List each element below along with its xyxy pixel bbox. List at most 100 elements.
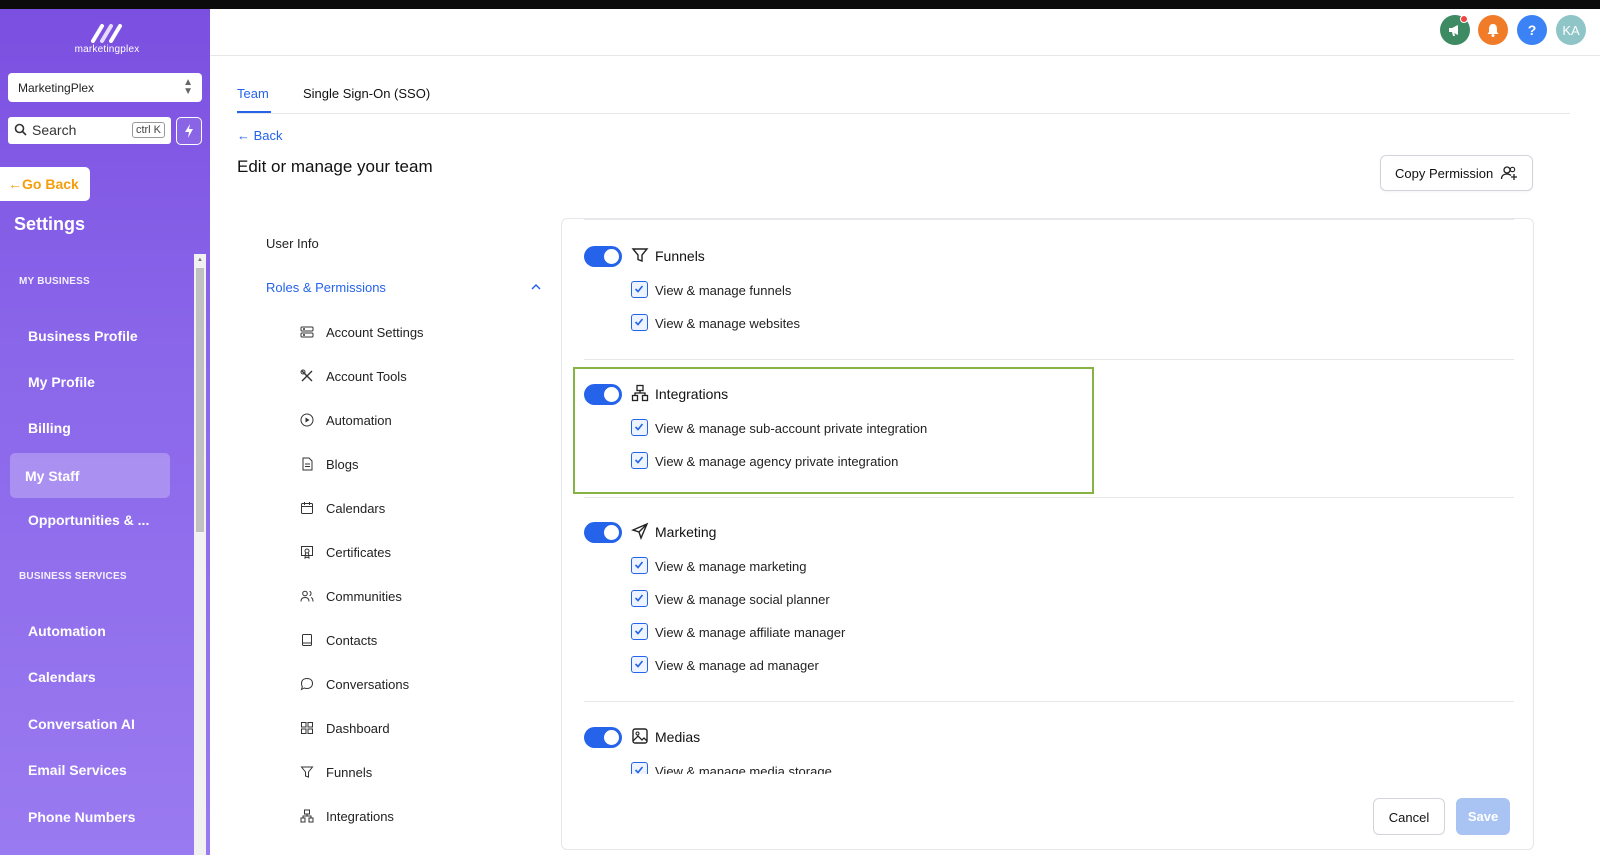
logo-icon [91,24,122,43]
settings-title: Settings [14,214,86,234]
checkbox-funnels[interactable] [631,281,648,298]
scrollbar-thumb[interactable] [196,268,204,532]
checkbox-media-storage[interactable] [631,762,648,774]
sidebar-item-phone-numbers[interactable]: Phone Numbers [28,809,135,825]
subnav-item-account-settings[interactable]: Account Settings [326,325,424,340]
subnav-user-info[interactable]: User Info [266,236,319,251]
divider [584,701,1514,702]
funnel-icon [631,248,649,263]
check-icon [634,318,644,326]
perm-label: View & manage funnels [655,283,792,298]
tab-team[interactable]: Team [237,86,269,101]
subnav-item-blogs[interactable]: Blogs [326,457,359,472]
toggle-medias[interactable] [584,727,622,748]
megaphone-icon [1449,25,1458,36]
sidebar-item-billing[interactable]: Billing [28,420,71,436]
window-top-strip [0,0,1600,9]
checkbox-affiliate-manager[interactable] [631,623,648,640]
select-chevron-icon: ▲ ▼ [183,77,193,97]
subnav-item-integrations[interactable]: Integrations [326,809,394,824]
document-icon [302,457,313,471]
scroll-up-icon[interactable]: ▲ [197,257,203,263]
toggle-marketing[interactable] [584,522,622,543]
subnav-item-contacts[interactable]: Contacts [326,633,377,648]
checkbox-websites[interactable] [631,314,648,331]
copy-permission-button[interactable]: Copy Permission [1380,155,1533,191]
check-icon [634,594,644,602]
save-button[interactable]: Save [1456,798,1510,835]
chat-bubble-icon [300,677,314,691]
certificate-icon [301,546,313,559]
notification-dot [1460,15,1468,23]
cancel-button[interactable]: Cancel [1373,798,1445,835]
header-divider [210,55,1600,56]
arrow-left-icon: ← [8,176,22,192]
logo[interactable]: marketingplex [72,23,142,55]
go-back-label: Go Back [22,176,79,192]
checkbox-ad-manager[interactable] [631,656,648,673]
divider [584,219,1514,220]
account-switcher[interactable]: MarketingPlex ▲ ▼ [8,73,202,102]
tabs-divider [237,113,1570,114]
sidebar-item-conversation-ai[interactable]: Conversation AI [28,716,135,732]
dashboard-grid-icon [301,722,313,734]
user-avatar[interactable]: KA [1556,15,1586,45]
chevron-up-icon[interactable] [531,283,541,290]
arrow-left-icon: ← [237,128,254,143]
subnav-item-funnels[interactable]: Funnels [326,765,372,780]
lightning-icon [185,124,193,138]
funnel-icon [300,766,314,778]
divider [584,359,1514,360]
check-icon [634,285,644,293]
toggle-funnels[interactable] [584,246,622,267]
sidebar-item-email-services[interactable]: Email Services [28,762,127,778]
sidebar-item-opportunities[interactable]: Opportunities & ... [28,512,149,528]
subnav-roles-permissions[interactable]: Roles & Permissions [266,280,386,295]
users-icon [300,590,314,602]
help-icon: ? [1527,22,1537,38]
bell-icon [1487,24,1499,37]
integrations-highlight [573,367,1094,494]
group-title-medias: Medias [655,729,701,745]
sidebar-item-my-profile[interactable]: My Profile [28,374,95,390]
subnav-item-automation[interactable]: Automation [326,413,392,428]
perm-label: View & manage websites [655,316,801,331]
checkbox-marketing[interactable] [631,557,648,574]
sidebar-item-calendars[interactable]: Calendars [28,669,96,685]
search-placeholder: Search [32,122,77,138]
sidebar-scrollbar[interactable]: ▲ ▼ [194,254,206,855]
check-icon [634,766,644,774]
search-input[interactable]: Search ctrl K [8,117,171,144]
logo-text: marketingplex [74,44,140,55]
subnav-item-account-tools[interactable]: Account Tools [326,369,407,384]
perm-label: View & manage media storage [655,764,832,774]
group-title-marketing: Marketing [655,524,717,540]
subnav-item-conversations[interactable]: Conversations [326,677,409,692]
subnav-item-certificates[interactable]: Certificates [326,545,391,560]
subnav-item-calendars[interactable]: Calendars [326,501,385,516]
section-label-business-services: BUSINESS SERVICES [19,571,127,582]
search-icon [14,123,27,136]
perm-label: View & manage social planner [655,592,830,607]
subnav-item-communities[interactable]: Communities [326,589,402,604]
divider [584,497,1514,498]
notifications-button[interactable] [1478,15,1508,45]
integrations-icon [300,809,314,823]
help-button[interactable]: ? [1517,15,1547,45]
perm-label: View & manage marketing [655,559,807,574]
check-icon [634,660,644,668]
checkbox-social-planner[interactable] [631,590,648,607]
sidebar-item-business-profile[interactable]: Business Profile [28,328,138,344]
go-back-button[interactable]: ←Go Back [0,167,90,201]
sidebar-item-automation[interactable]: Automation [28,623,106,639]
subnav-item-dashboard[interactable]: Dashboard [326,721,390,736]
tab-sso[interactable]: Single Sign-On (SSO) [303,86,430,101]
sidebar: marketingplex MarketingPlex ▲ ▼ Search ct… [0,9,210,855]
page-title: Edit or manage your team [237,157,433,176]
tools-icon [300,369,313,382]
calendar-icon [301,502,313,514]
copy-permission-label: Copy Permission [1395,166,1494,181]
back-link[interactable]: ← Back [237,128,283,143]
quick-actions-button[interactable] [176,117,202,145]
permissions-scroll-area[interactable]: Funnels View & manage funnels View & man… [562,219,1532,774]
